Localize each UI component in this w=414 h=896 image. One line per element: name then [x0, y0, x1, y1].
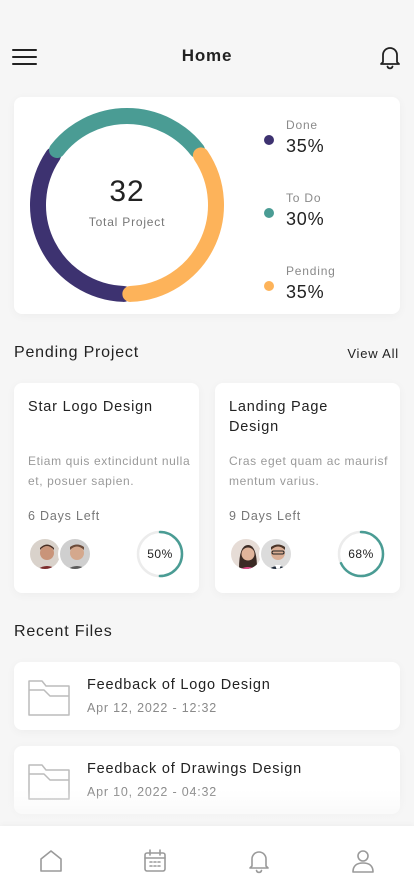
legend-label: To Do	[286, 191, 322, 205]
app-header: Home	[0, 38, 414, 78]
progress-percentage: 50%	[147, 547, 173, 561]
recent-files-heading: Recent Files	[14, 623, 113, 640]
scroll-fade	[0, 790, 414, 830]
legend-value: 35%	[286, 136, 325, 156]
legend-dot-done	[264, 135, 274, 145]
avatar	[58, 537, 92, 571]
legend-value: 30%	[286, 209, 325, 229]
avatar	[28, 537, 62, 571]
view-all-link[interactable]: View All	[347, 346, 399, 361]
project-card[interactable]: Landing Page Design Cras eget quam ac ma…	[215, 383, 400, 593]
legend-value: 35%	[286, 282, 325, 302]
user-icon[interactable]	[350, 848, 376, 874]
avatar	[259, 537, 293, 571]
avatar	[229, 537, 263, 571]
file-item[interactable]: Feedback of Logo Design Apr 12, 2022 - 1…	[14, 662, 400, 730]
file-name: Feedback of Logo Design	[87, 677, 271, 693]
legend-item-todo: To Do 30%	[264, 177, 394, 229]
legend-item-done: Done 35%	[264, 104, 394, 156]
legend-dot-pending	[264, 281, 274, 291]
file-date: Apr 12, 2022 - 12:32	[87, 701, 217, 715]
bell-icon[interactable]	[246, 848, 272, 874]
legend-label: Pending	[286, 264, 336, 278]
project-description: Cras eget quam ac maurisf mentum varius.	[229, 454, 389, 488]
folder-icon	[28, 680, 70, 716]
total-projects-count: 32	[109, 175, 145, 208]
pending-project-heading: Pending Project	[14, 344, 139, 361]
calendar-icon[interactable]	[142, 848, 168, 874]
progress-percentage: 68%	[348, 547, 374, 561]
file-name: Feedback of Drawings Design	[87, 761, 303, 777]
project-title: Star Logo Design	[28, 399, 153, 415]
bottom-tab-bar	[0, 826, 414, 896]
page-title: Home	[181, 46, 233, 65]
legend-dot-todo	[264, 208, 274, 218]
project-days-left: 6 Days Left	[28, 509, 101, 523]
project-days-left: 9 Days Left	[229, 509, 302, 523]
project-card[interactable]: Star Logo Design Etiam quis extincidunt …	[14, 383, 199, 593]
legend-item-pending: Pending 35%	[264, 250, 394, 302]
project-summary-card: 32 Total Project Done 35% To Do 30% Pend…	[14, 97, 400, 314]
home-icon[interactable]	[38, 848, 64, 874]
bell-icon[interactable]	[378, 44, 402, 70]
project-title: Landing Page Design	[229, 399, 329, 435]
total-projects-label: Total Project	[88, 215, 166, 229]
project-description: Etiam quis extincidunt nulla et, posuer …	[28, 454, 191, 488]
legend-label: Done	[286, 118, 318, 132]
donut-center: 32 Total Project	[28, 106, 226, 304]
